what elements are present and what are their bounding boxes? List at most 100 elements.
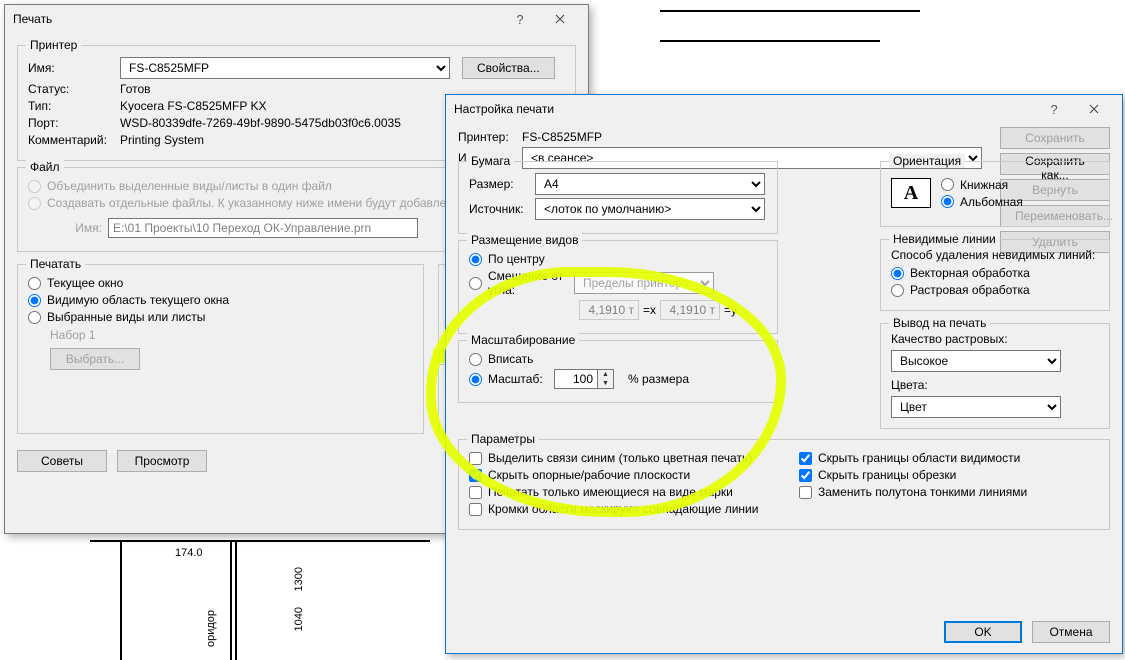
opt-blue-label: Выделить связи синим (только цветная печ…: [488, 451, 752, 465]
options-legend: Параметры: [467, 432, 539, 446]
opt-hidecb-label: Скрыть границы обрезки: [818, 468, 956, 482]
output-raster-label: Качество растровых:: [891, 332, 1099, 346]
file-name-label: Имя:: [28, 221, 108, 235]
opt-blue-checkbox[interactable]: [469, 452, 482, 465]
file-separate-radio: [28, 197, 41, 210]
file-separate-label: Создавать отдельные файлы. К указанному …: [47, 196, 453, 210]
save-button: Сохранить: [1000, 127, 1110, 149]
orientation-landscape-label: Альбомная: [960, 195, 1023, 209]
opt-halft-label: Заменить полутона тонкими линиями: [818, 485, 1027, 499]
printer-status-value: Готов: [120, 82, 151, 96]
placement-offset-mode: Пределы принтера: [574, 272, 714, 294]
opt-hidevb-checkbox[interactable]: [799, 452, 812, 465]
file-merge-label: Объединить выделенные виды/листы в один …: [47, 179, 332, 193]
opt-marks-checkbox[interactable]: [469, 486, 482, 499]
printer-port-label: Порт:: [28, 116, 120, 130]
orientation-legend: Ориентация: [889, 154, 965, 168]
cad-dim-1040: 1040: [293, 607, 305, 631]
setup-printer-value: FS-C8525MFP: [522, 130, 602, 144]
file-merge-radio: [28, 180, 41, 193]
preview-button[interactable]: Просмотр: [117, 450, 207, 472]
placement-y-eq: =y: [724, 303, 737, 317]
orientation-portrait-label: Книжная: [960, 178, 1008, 192]
hidden-method-label: Способ удаления невидимых линий:: [891, 248, 1099, 262]
setup-printer-label: Принтер:: [458, 130, 522, 144]
scale-fit-label: Вписать: [488, 352, 533, 366]
range-set-label: Набор 1: [50, 328, 413, 342]
opt-hidevb-label: Скрыть границы области видимости: [818, 451, 1020, 465]
print-dialog-title: Печать: [13, 12, 52, 26]
output-colors-label: Цвета:: [891, 378, 1099, 392]
placement-offset-label: Смещение от угла:: [488, 269, 568, 297]
range-selected-radio[interactable]: [28, 311, 41, 324]
opt-hidecb-checkbox[interactable]: [799, 469, 812, 482]
scale-suffix: % размера: [628, 372, 689, 386]
printer-name-label: Имя:: [28, 61, 120, 75]
hidden-raster-label: Растровая обработка: [910, 283, 1030, 297]
opt-hidewp-checkbox[interactable]: [469, 469, 482, 482]
orientation-portrait-radio[interactable]: [941, 178, 954, 191]
scale-value-input[interactable]: [554, 369, 598, 389]
range-current-label: Текущее окно: [47, 276, 123, 290]
placement-offset-radio[interactable]: [469, 277, 482, 290]
printer-status-label: Статус:: [28, 82, 120, 96]
scale-scale-radio[interactable]: [469, 373, 482, 386]
range-current-radio[interactable]: [28, 277, 41, 290]
print-close-button[interactable]: [540, 8, 580, 30]
placement-center-radio[interactable]: [469, 253, 482, 266]
setup-dialog-title: Настройка печати: [454, 102, 554, 116]
file-legend: Файл: [26, 160, 64, 174]
output-legend: Вывод на печать: [889, 316, 990, 330]
printer-type-value: Kyocera FS-C8525MFP KX: [120, 99, 267, 113]
printer-legend: Принтер: [26, 38, 81, 52]
printer-port-value: WSD-80339dfe-7269-49bf-9890-5475db03f0c6…: [120, 116, 401, 130]
range-visible-radio[interactable]: [28, 294, 41, 307]
setup-ok-button[interactable]: OK: [944, 621, 1022, 643]
scaling-legend: Масштабирование: [467, 333, 579, 347]
output-raster-select[interactable]: Высокое: [891, 350, 1061, 372]
opt-hidewp-label: Скрыть опорные/рабочие плоскости: [488, 468, 690, 482]
paper-legend: Бумага: [467, 154, 514, 168]
range-selected-label: Выбранные виды или листы: [47, 310, 205, 324]
hidden-legend: Невидимые линии: [889, 232, 1000, 246]
opt-mask-checkbox[interactable]: [469, 503, 482, 516]
opt-halft-checkbox[interactable]: [799, 486, 812, 499]
printer-comment-label: Комментарий:: [28, 133, 120, 147]
range-visible-label: Видимую область текущего окна: [47, 293, 229, 307]
placement-y-input: [660, 300, 720, 320]
output-colors-select[interactable]: Цвет: [891, 396, 1061, 418]
scale-fit-radio[interactable]: [469, 353, 482, 366]
placement-center-label: По центру: [488, 252, 545, 266]
cad-dim-1300: 1300: [293, 567, 305, 591]
file-name-input: [108, 218, 418, 238]
hidden-vector-radio[interactable]: [891, 267, 904, 280]
printer-properties-button[interactable]: Свойства...: [462, 57, 555, 79]
scale-spinner[interactable]: ▲▼: [598, 369, 614, 389]
scale-scale-label: Масштаб:: [488, 372, 548, 386]
placement-x-input: [579, 300, 639, 320]
printer-comment-value: Printing System: [120, 133, 204, 147]
paper-size-select[interactable]: A4: [535, 173, 765, 195]
tips-button[interactable]: Советы: [17, 450, 107, 472]
cad-corridor: оридор: [205, 610, 217, 647]
orientation-landscape-radio[interactable]: [941, 195, 954, 208]
setup-close-button[interactable]: [1074, 98, 1114, 120]
printer-type-label: Тип:: [28, 99, 120, 113]
hidden-vector-label: Векторная обработка: [910, 266, 1030, 280]
print-help-button[interactable]: ?: [500, 8, 540, 30]
placement-x-eq: =x: [643, 303, 656, 317]
printer-name-select[interactable]: FS-C8525MFP: [120, 57, 450, 79]
opt-marks-label: Печатать только имеющиеся на виде марки: [488, 485, 733, 499]
range-choose-button: Выбрать...: [50, 348, 140, 370]
placement-legend: Размещение видов: [467, 233, 582, 247]
range-legend: Печатать: [26, 257, 85, 271]
paper-source-select[interactable]: <лоток по умолчанию>: [535, 198, 765, 220]
hidden-raster-radio[interactable]: [891, 284, 904, 297]
orientation-icon: A: [891, 178, 931, 208]
setup-cancel-button[interactable]: Отмена: [1032, 621, 1110, 643]
cad-dim-1740: 174.0: [175, 547, 203, 559]
opt-mask-label: Кромки области маскируют совпадающие лин…: [488, 502, 758, 516]
paper-size-label: Размер:: [469, 177, 535, 191]
paper-source-label: Источник:: [469, 202, 535, 216]
setup-help-button[interactable]: ?: [1034, 98, 1074, 120]
